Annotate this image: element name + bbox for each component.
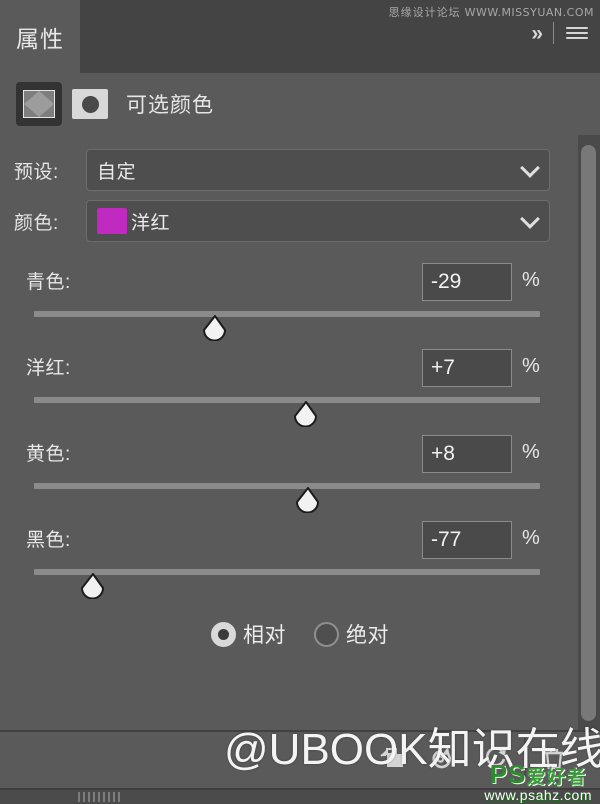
reset-button[interactable] [470, 737, 522, 781]
slider-row: 洋红: +7% [0, 349, 600, 435]
preset-value: 自定 [97, 161, 137, 183]
resize-grip[interactable] [78, 792, 122, 802]
slider-unit: % [522, 269, 540, 291]
layer-mask-thumbnail-icon [81, 95, 99, 113]
watermark-missyuan: 思缘设计论坛 WWW.MISSYUAN.COM [389, 4, 594, 20]
color-value: 洋红 [131, 212, 171, 234]
slider-value-input[interactable]: -77 [422, 521, 512, 559]
slider-label: 黄色: [26, 444, 71, 465]
slider-row: 黑色: -77% [0, 521, 600, 607]
hamburger-menu-icon[interactable] [566, 27, 588, 39]
properties-panel: 属性 思缘设计论坛 WWW.MISSYUAN.COM » 可选颜色 预设: 自定 [0, 0, 600, 804]
panel-bottom-toolbar [0, 730, 600, 804]
scrollbar-thumb[interactable] [581, 145, 596, 721]
slider-track[interactable] [34, 569, 540, 575]
slider-unit: % [522, 527, 540, 549]
chevron-double-right-icon[interactable]: » [531, 23, 543, 44]
adjustment-title: 可选颜色 [126, 94, 214, 117]
clip-to-layer-icon [380, 748, 403, 767]
slider-value-input[interactable]: +7 [422, 349, 512, 387]
radio-absolute[interactable]: 绝对 [314, 619, 389, 649]
chevron-down-icon [520, 158, 540, 178]
radio-absolute-indicator [314, 621, 339, 647]
slider-label: 洋红: [26, 358, 71, 379]
layer-mask-thumbnail[interactable] [72, 89, 108, 119]
radio-relative[interactable]: 相对 [211, 619, 286, 649]
adjustment-header: 可选颜色 [0, 73, 600, 135]
slider-value-input[interactable]: +8 [422, 435, 512, 473]
panel-tab-controls: » [531, 22, 588, 44]
adjustment-layer-thumbnail[interactable] [16, 82, 62, 126]
slider-row: 青色: -29% [0, 263, 600, 349]
slider-label: 黑色: [26, 530, 71, 551]
watermark-missyuan-cn: 思缘设计论坛 [388, 6, 461, 19]
slider-track[interactable] [34, 397, 540, 403]
adjustment-layer-thumbnail-icon [23, 90, 55, 118]
radio-absolute-label: 绝对 [346, 624, 389, 647]
delete-layer-button[interactable] [528, 737, 580, 781]
slider-row: 黄色: +8% [0, 435, 600, 521]
preset-label: 预设: [14, 161, 59, 183]
watermark-missyuan-url: WWW.MISSYUAN.COM [464, 6, 594, 19]
slider-label: 青色: [26, 272, 71, 293]
clip-to-layer-button[interactable] [366, 737, 418, 781]
delete-layer-icon [545, 748, 563, 770]
slider-unit: % [522, 441, 540, 463]
radio-relative-indicator [211, 621, 236, 647]
reset-adjustment-icon [486, 747, 506, 769]
panel-footer [0, 788, 600, 804]
color-row: 颜色: 洋红 [14, 200, 550, 242]
toolbar-divider [524, 737, 526, 781]
panel-body: 预设: 自定 颜色: 洋红 青色: -29% 洋红: +7% 黄色: +8% 黑色: -77%… [0, 135, 600, 731]
color-dropdown[interactable]: 洋红 [86, 200, 550, 242]
radio-relative-label: 相对 [243, 624, 286, 647]
divider [553, 22, 554, 44]
tab-properties[interactable]: 属性 [0, 0, 80, 73]
preset-row: 预设: 自定 [14, 149, 550, 191]
slider-track[interactable] [34, 311, 540, 317]
slider-track[interactable] [34, 483, 540, 489]
panel-tab-bar: 属性 思缘设计论坛 WWW.MISSYUAN.COM » [0, 0, 600, 73]
preset-dropdown[interactable]: 自定 [86, 149, 550, 191]
toggle-visibility-button[interactable] [418, 737, 470, 781]
slider-unit: % [522, 355, 540, 377]
method-radio-group: 相对 绝对 [0, 619, 600, 649]
color-label: 颜色: [14, 212, 59, 234]
tab-properties-label: 属性 [16, 25, 64, 52]
color-swatch [97, 208, 127, 234]
chevron-down-icon [520, 209, 540, 229]
vertical-scrollbar[interactable] [578, 135, 600, 731]
slider-value-input[interactable]: -29 [422, 263, 512, 301]
toggle-layer-visibility-icon [432, 747, 452, 769]
